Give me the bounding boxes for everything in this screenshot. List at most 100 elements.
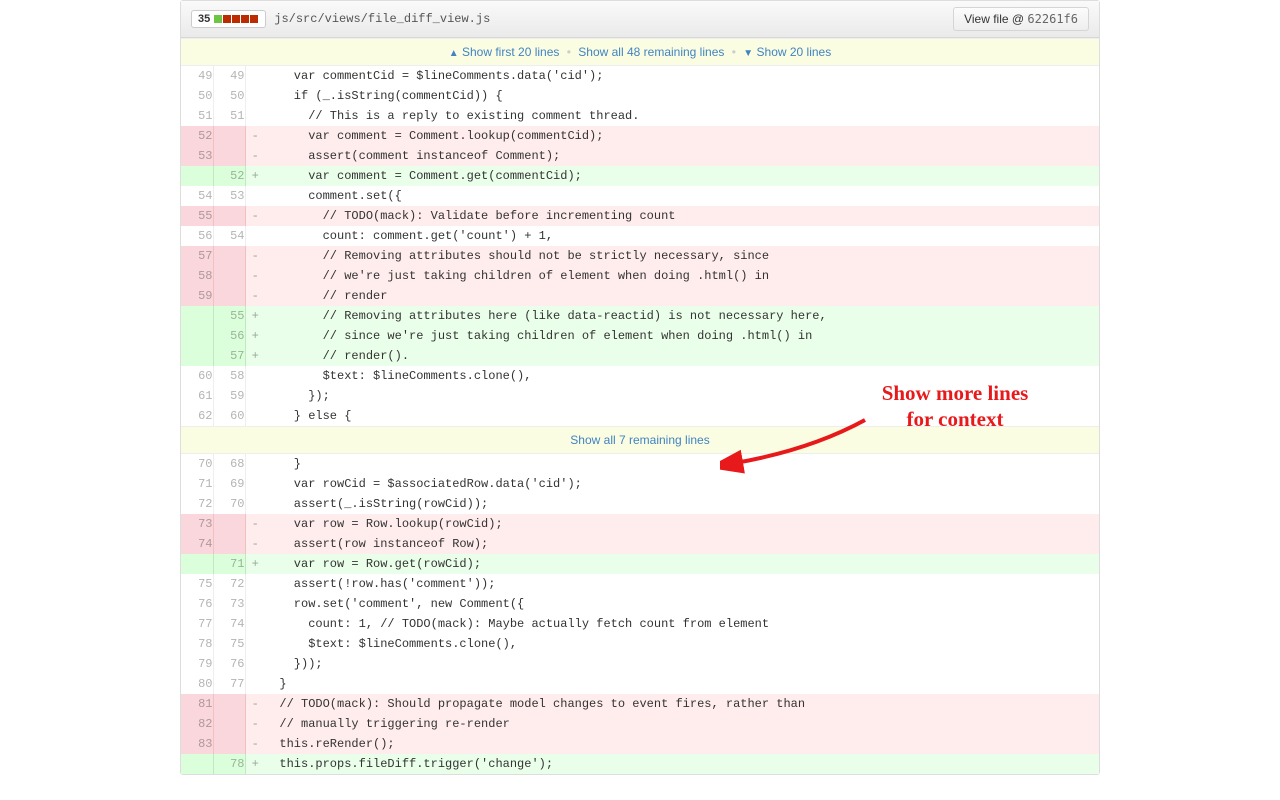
diff-row[interactable]: 52+ var comment = Comment.get(commentCid… [181,166,1099,186]
new-line-number[interactable]: 51 [213,106,245,126]
old-line-number[interactable] [181,306,213,326]
old-line-number[interactable]: 53 [181,146,213,166]
diff-row[interactable]: 73- var row = Row.lookup(rowCid); [181,514,1099,534]
diff-row[interactable]: 5654 count: comment.get('count') + 1, [181,226,1099,246]
diff-row[interactable]: 78+ this.props.fileDiff.trigger('change'… [181,754,1099,774]
show-first-link[interactable]: ▲ Show first 20 lines [449,45,560,59]
diffstat-badge[interactable]: 35 [191,10,266,28]
new-line-number[interactable]: 76 [213,654,245,674]
new-line-number[interactable]: 57 [213,346,245,366]
old-line-number[interactable]: 76 [181,594,213,614]
diff-row[interactable]: 7169 var rowCid = $associatedRow.data('c… [181,474,1099,494]
old-line-number[interactable]: 55 [181,206,213,226]
new-line-number[interactable]: 58 [213,366,245,386]
new-line-number[interactable]: 54 [213,226,245,246]
new-line-number[interactable] [213,734,245,754]
diff-row[interactable]: 6159 }); [181,386,1099,406]
show-next-link[interactable]: ▼ Show 20 lines [743,45,831,59]
diff-row[interactable]: 4949 var commentCid = $lineComments.data… [181,66,1099,86]
old-line-number[interactable]: 59 [181,286,213,306]
diff-row[interactable]: 56+ // since we're just taking children … [181,326,1099,346]
diff-row[interactable]: 81- // TODO(mack): Should propagate mode… [181,694,1099,714]
old-line-number[interactable]: 83 [181,734,213,754]
old-line-number[interactable] [181,554,213,574]
old-line-number[interactable]: 62 [181,406,213,426]
diff-row[interactable]: 5151 // This is a reply to existing comm… [181,106,1099,126]
old-line-number[interactable]: 70 [181,454,213,474]
show-all-remaining-link[interactable]: Show all 7 remaining lines [570,433,709,447]
old-line-number[interactable]: 72 [181,494,213,514]
old-line-number[interactable]: 71 [181,474,213,494]
diff-row[interactable]: 59- // render [181,286,1099,306]
old-line-number[interactable]: 74 [181,534,213,554]
old-line-number[interactable]: 78 [181,634,213,654]
old-line-number[interactable]: 52 [181,126,213,146]
diff-row[interactable]: 58- // we're just taking children of ele… [181,266,1099,286]
new-line-number[interactable]: 75 [213,634,245,654]
diff-row[interactable]: 6260 } else { [181,406,1099,426]
old-line-number[interactable]: 58 [181,266,213,286]
old-line-number[interactable]: 82 [181,714,213,734]
diff-row[interactable]: 7976 })); [181,654,1099,674]
show-all-link[interactable]: Show all 48 remaining lines [578,45,724,59]
old-line-number[interactable]: 77 [181,614,213,634]
old-line-number[interactable] [181,326,213,346]
old-line-number[interactable]: 54 [181,186,213,206]
old-line-number[interactable]: 56 [181,226,213,246]
diff-row[interactable]: 5453 comment.set({ [181,186,1099,206]
new-line-number[interactable] [213,286,245,306]
diff-row[interactable]: 57- // Removing attributes should not be… [181,246,1099,266]
diff-row[interactable]: 7774 count: 1, // TODO(mack): Maybe actu… [181,614,1099,634]
diff-row[interactable]: 53- assert(comment instanceof Comment); [181,146,1099,166]
diff-row[interactable]: 5050 if (_.isString(commentCid)) { [181,86,1099,106]
new-line-number[interactable] [213,714,245,734]
new-line-number[interactable]: 55 [213,306,245,326]
diff-row[interactable]: 7875 $text: $lineComments.clone(), [181,634,1099,654]
diff-row[interactable]: 55- // TODO(mack): Validate before incre… [181,206,1099,226]
old-line-number[interactable]: 49 [181,66,213,86]
diff-row[interactable]: 57+ // render(). [181,346,1099,366]
old-line-number[interactable]: 57 [181,246,213,266]
new-line-number[interactable]: 73 [213,594,245,614]
new-line-number[interactable]: 74 [213,614,245,634]
new-line-number[interactable] [213,126,245,146]
new-line-number[interactable]: 69 [213,474,245,494]
new-line-number[interactable] [213,266,245,286]
new-line-number[interactable]: 70 [213,494,245,514]
old-line-number[interactable]: 75 [181,574,213,594]
new-line-number[interactable] [213,206,245,226]
old-line-number[interactable]: 61 [181,386,213,406]
new-line-number[interactable]: 53 [213,186,245,206]
new-line-number[interactable]: 49 [213,66,245,86]
old-line-number[interactable] [181,754,213,774]
diff-row[interactable]: 8077 } [181,674,1099,694]
diff-row[interactable]: 7068 } [181,454,1099,474]
new-line-number[interactable] [213,534,245,554]
new-line-number[interactable] [213,514,245,534]
diff-row[interactable]: 52- var comment = Comment.lookup(comment… [181,126,1099,146]
new-line-number[interactable]: 59 [213,386,245,406]
diff-row[interactable]: 82- // manually triggering re-render [181,714,1099,734]
new-line-number[interactable]: 77 [213,674,245,694]
new-line-number[interactable]: 60 [213,406,245,426]
old-line-number[interactable]: 60 [181,366,213,386]
new-line-number[interactable]: 78 [213,754,245,774]
old-line-number[interactable] [181,166,213,186]
old-line-number[interactable]: 50 [181,86,213,106]
new-line-number[interactable]: 68 [213,454,245,474]
new-line-number[interactable]: 71 [213,554,245,574]
new-line-number[interactable]: 56 [213,326,245,346]
diff-row[interactable]: 7572 assert(!row.has('comment')); [181,574,1099,594]
old-line-number[interactable]: 79 [181,654,213,674]
old-line-number[interactable]: 80 [181,674,213,694]
old-line-number[interactable] [181,346,213,366]
old-line-number[interactable]: 73 [181,514,213,534]
new-line-number[interactable] [213,146,245,166]
new-line-number[interactable] [213,246,245,266]
diff-row[interactable]: 6058 $text: $lineComments.clone(), [181,366,1099,386]
diff-row[interactable]: 55+ // Removing attributes here (like da… [181,306,1099,326]
diff-row[interactable]: 7270 assert(_.isString(rowCid)); [181,494,1099,514]
old-line-number[interactable]: 51 [181,106,213,126]
new-line-number[interactable]: 72 [213,574,245,594]
diff-row[interactable]: 83- this.reRender(); [181,734,1099,754]
